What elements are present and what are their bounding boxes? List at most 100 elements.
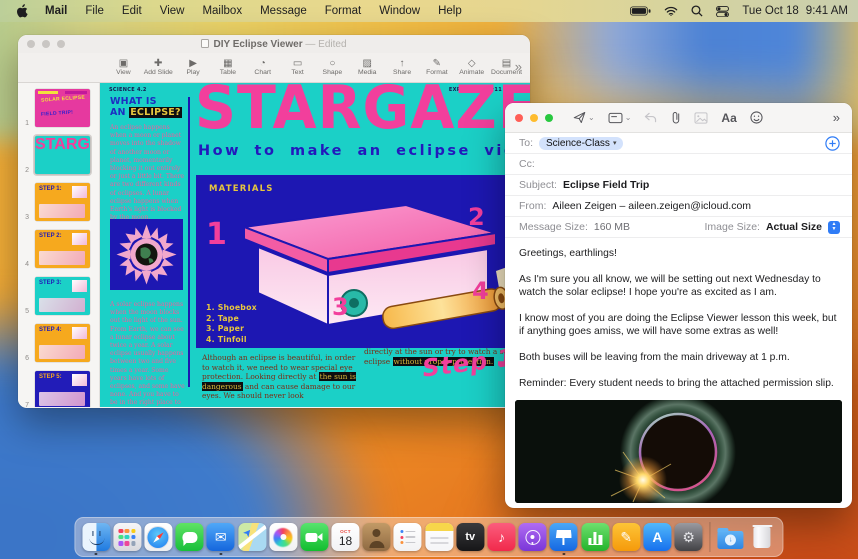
subject-label: Subject:	[519, 179, 557, 191]
safari-icon	[144, 523, 173, 551]
close-button[interactable]	[515, 113, 523, 122]
recipient-token[interactable]: Science-Class ▾	[539, 136, 624, 150]
menu-bar-clock[interactable]: Tue Oct 18 9:41 AM	[742, 5, 848, 17]
slide-thumbnail-2[interactable]: STARGAZER	[35, 136, 90, 174]
from-label: From:	[519, 200, 547, 212]
slide-thumbnail-1[interactable]: SOLAR ECLIPSE FIELD TRIP!	[35, 89, 90, 127]
dock-app-store[interactable]: A	[643, 523, 672, 551]
menu-item-help[interactable]: Help	[429, 5, 471, 17]
from-field[interactable]: From: Aileen Zeigen – aileen.zeigen@iclo…	[505, 196, 852, 217]
menu-item-window[interactable]: Window	[370, 5, 429, 17]
slide-thumbnail-3[interactable]: STEP 1:	[35, 183, 90, 221]
dock-calendar[interactable]: OCT 18	[331, 523, 360, 551]
slide-science-tag: SCIENCE 4.2	[109, 87, 147, 93]
message-size-value: 160 MB	[593, 221, 631, 233]
dock-numbers[interactable]	[581, 523, 610, 551]
control-center-icon[interactable]	[716, 5, 730, 17]
slide-thumbnail-5[interactable]: STEP 3:	[35, 277, 90, 315]
toolbar-button-shape[interactable]: ○ Shape	[316, 58, 348, 77]
dock-contacts[interactable]	[362, 523, 391, 551]
dock-notes[interactable]	[425, 523, 454, 551]
cc-field[interactable]: Cc:	[505, 154, 852, 175]
dock-podcasts[interactable]	[518, 523, 547, 551]
dock-messages[interactable]	[175, 523, 204, 551]
dock-facetime[interactable]	[300, 523, 329, 551]
add-recipient-button[interactable]	[825, 136, 840, 151]
dock-safari[interactable]	[144, 523, 173, 551]
reply-arrow-icon[interactable]	[644, 112, 657, 123]
slide-thumbnail-7[interactable]: STEP 5:	[35, 371, 90, 407]
toolbar-button-play[interactable]: ▶ Play	[177, 58, 209, 77]
menu-item-view[interactable]: View	[151, 5, 194, 17]
toolbar-button-share[interactable]: ↑ Share	[386, 58, 418, 77]
minimize-button[interactable]	[530, 113, 538, 122]
toolbar-button-view[interactable]: ▣ View	[108, 58, 140, 77]
callout-number-3: 3	[332, 293, 349, 321]
toolbar-button-add-slide[interactable]: ✚ Add Slide	[142, 58, 174, 77]
keynote-window[interactable]: DIY Eclipse Viewer — Edited » ▣ View ✚ Add …	[18, 35, 530, 408]
zoom-button[interactable]	[545, 113, 553, 122]
body-paragraph: Both buses will be leaving from the main…	[519, 352, 790, 363]
toolbar-overflow-icon[interactable]: »	[515, 59, 522, 74]
dock-maps[interactable]	[237, 523, 266, 551]
menu-item-file[interactable]: File	[76, 5, 113, 17]
dock-music[interactable]: ♪	[487, 523, 516, 551]
wifi-icon[interactable]	[664, 6, 678, 16]
dock-photos[interactable]	[269, 523, 298, 551]
desktop: Mail File Edit View Mailbox Message Format Wind…	[0, 0, 858, 559]
format-icon: ✎	[432, 58, 442, 69]
slide-canvas[interactable]: SCIENCE 4.2 EXPERIMENT #11 WHAT IS AN EC…	[100, 83, 530, 407]
toolbar-button-chart[interactable]: ◔ Chart	[247, 58, 279, 77]
dock-trash[interactable]	[748, 523, 776, 551]
menu-item-mail[interactable]: Mail	[36, 5, 76, 17]
format-text-icon[interactable]: Aa	[721, 111, 736, 125]
dock-downloads[interactable]: ↓	[717, 523, 745, 551]
stepper-icon[interactable]: ▲ ▼	[828, 220, 840, 234]
toolbar-button-media[interactable]: ▨ Media	[351, 58, 383, 77]
menu-bar: Mail File Edit View Mailbox Message Format Wind…	[0, 0, 858, 22]
apple-menu-icon[interactable]	[16, 4, 28, 18]
callout-number-1: 1	[206, 217, 227, 252]
mail-window-controls[interactable]	[515, 113, 553, 122]
dock-tv[interactable]: tv	[456, 523, 485, 551]
slide-thumbnail-6[interactable]: STEP 4:	[35, 324, 90, 362]
slide-paragraph-1: An eclipse happens when a moon or planet…	[110, 124, 184, 222]
toolbar-button-format[interactable]: ✎ Format	[421, 58, 453, 77]
send-icon[interactable]: ⌄	[573, 111, 595, 124]
slide-thumbnail-4[interactable]: STEP 2:	[35, 230, 90, 268]
dock-keynote[interactable]	[549, 523, 578, 555]
menu-item-format[interactable]: Format	[316, 5, 370, 17]
toolbar-button-animate[interactable]: ◇ Animate	[456, 58, 488, 77]
image-size-popup[interactable]: Image Size: Actual Size ▲ ▼	[704, 220, 840, 234]
emoji-icon[interactable]	[750, 111, 763, 124]
menu-item-mailbox[interactable]: Mailbox	[193, 5, 251, 17]
toolbar-button-table[interactable]: ▦ Table	[212, 58, 244, 77]
toolbar-button-text[interactable]: ▭ Text	[282, 58, 314, 77]
slide-navigator[interactable]: 1SOLAR ECLIPSEFIELD TRIP!2STARGAZER3STEP…	[18, 83, 100, 407]
search-icon[interactable]	[691, 5, 703, 17]
table-icon: ▦	[223, 58, 233, 69]
callout-number-2: 2	[468, 203, 485, 231]
dock-mail[interactable]: ✉	[206, 523, 235, 555]
menu-item-message[interactable]: Message	[251, 5, 316, 17]
menu-item-edit[interactable]: Edit	[113, 5, 151, 17]
toolbar-overflow-icon[interactable]: »	[833, 110, 840, 125]
dock-system-settings[interactable]: ⚙	[674, 523, 703, 551]
photo-browser-icon[interactable]	[694, 111, 708, 124]
app-store-icon: A	[643, 523, 672, 551]
battery-icon[interactable]	[630, 6, 651, 16]
mail-compose-window[interactable]: ⌄ ⌄ Aa » To: Science-Class ▾ Cc: Subject: E…	[505, 103, 852, 508]
sun-illustration	[110, 219, 183, 290]
to-field[interactable]: To: Science-Class ▾	[505, 133, 852, 154]
slide-paragraph-2: A solar eclipse happens when the moon bl…	[110, 301, 185, 407]
dock-pages[interactable]: ✎	[612, 523, 641, 551]
header-fields-icon[interactable]: ⌄	[608, 112, 631, 124]
dock-reminders[interactable]	[393, 523, 422, 551]
dock-finder[interactable]	[82, 523, 111, 555]
image-size-label: Image Size:	[704, 221, 760, 233]
dock-launchpad[interactable]	[113, 523, 142, 551]
keynote-titlebar[interactable]: DIY Eclipse Viewer — Edited	[18, 35, 530, 53]
paperclip-icon[interactable]	[670, 111, 681, 124]
subject-field[interactable]: Subject: Eclipse Field Trip	[505, 175, 852, 196]
eclipse-photo-attachment[interactable]	[515, 400, 842, 503]
